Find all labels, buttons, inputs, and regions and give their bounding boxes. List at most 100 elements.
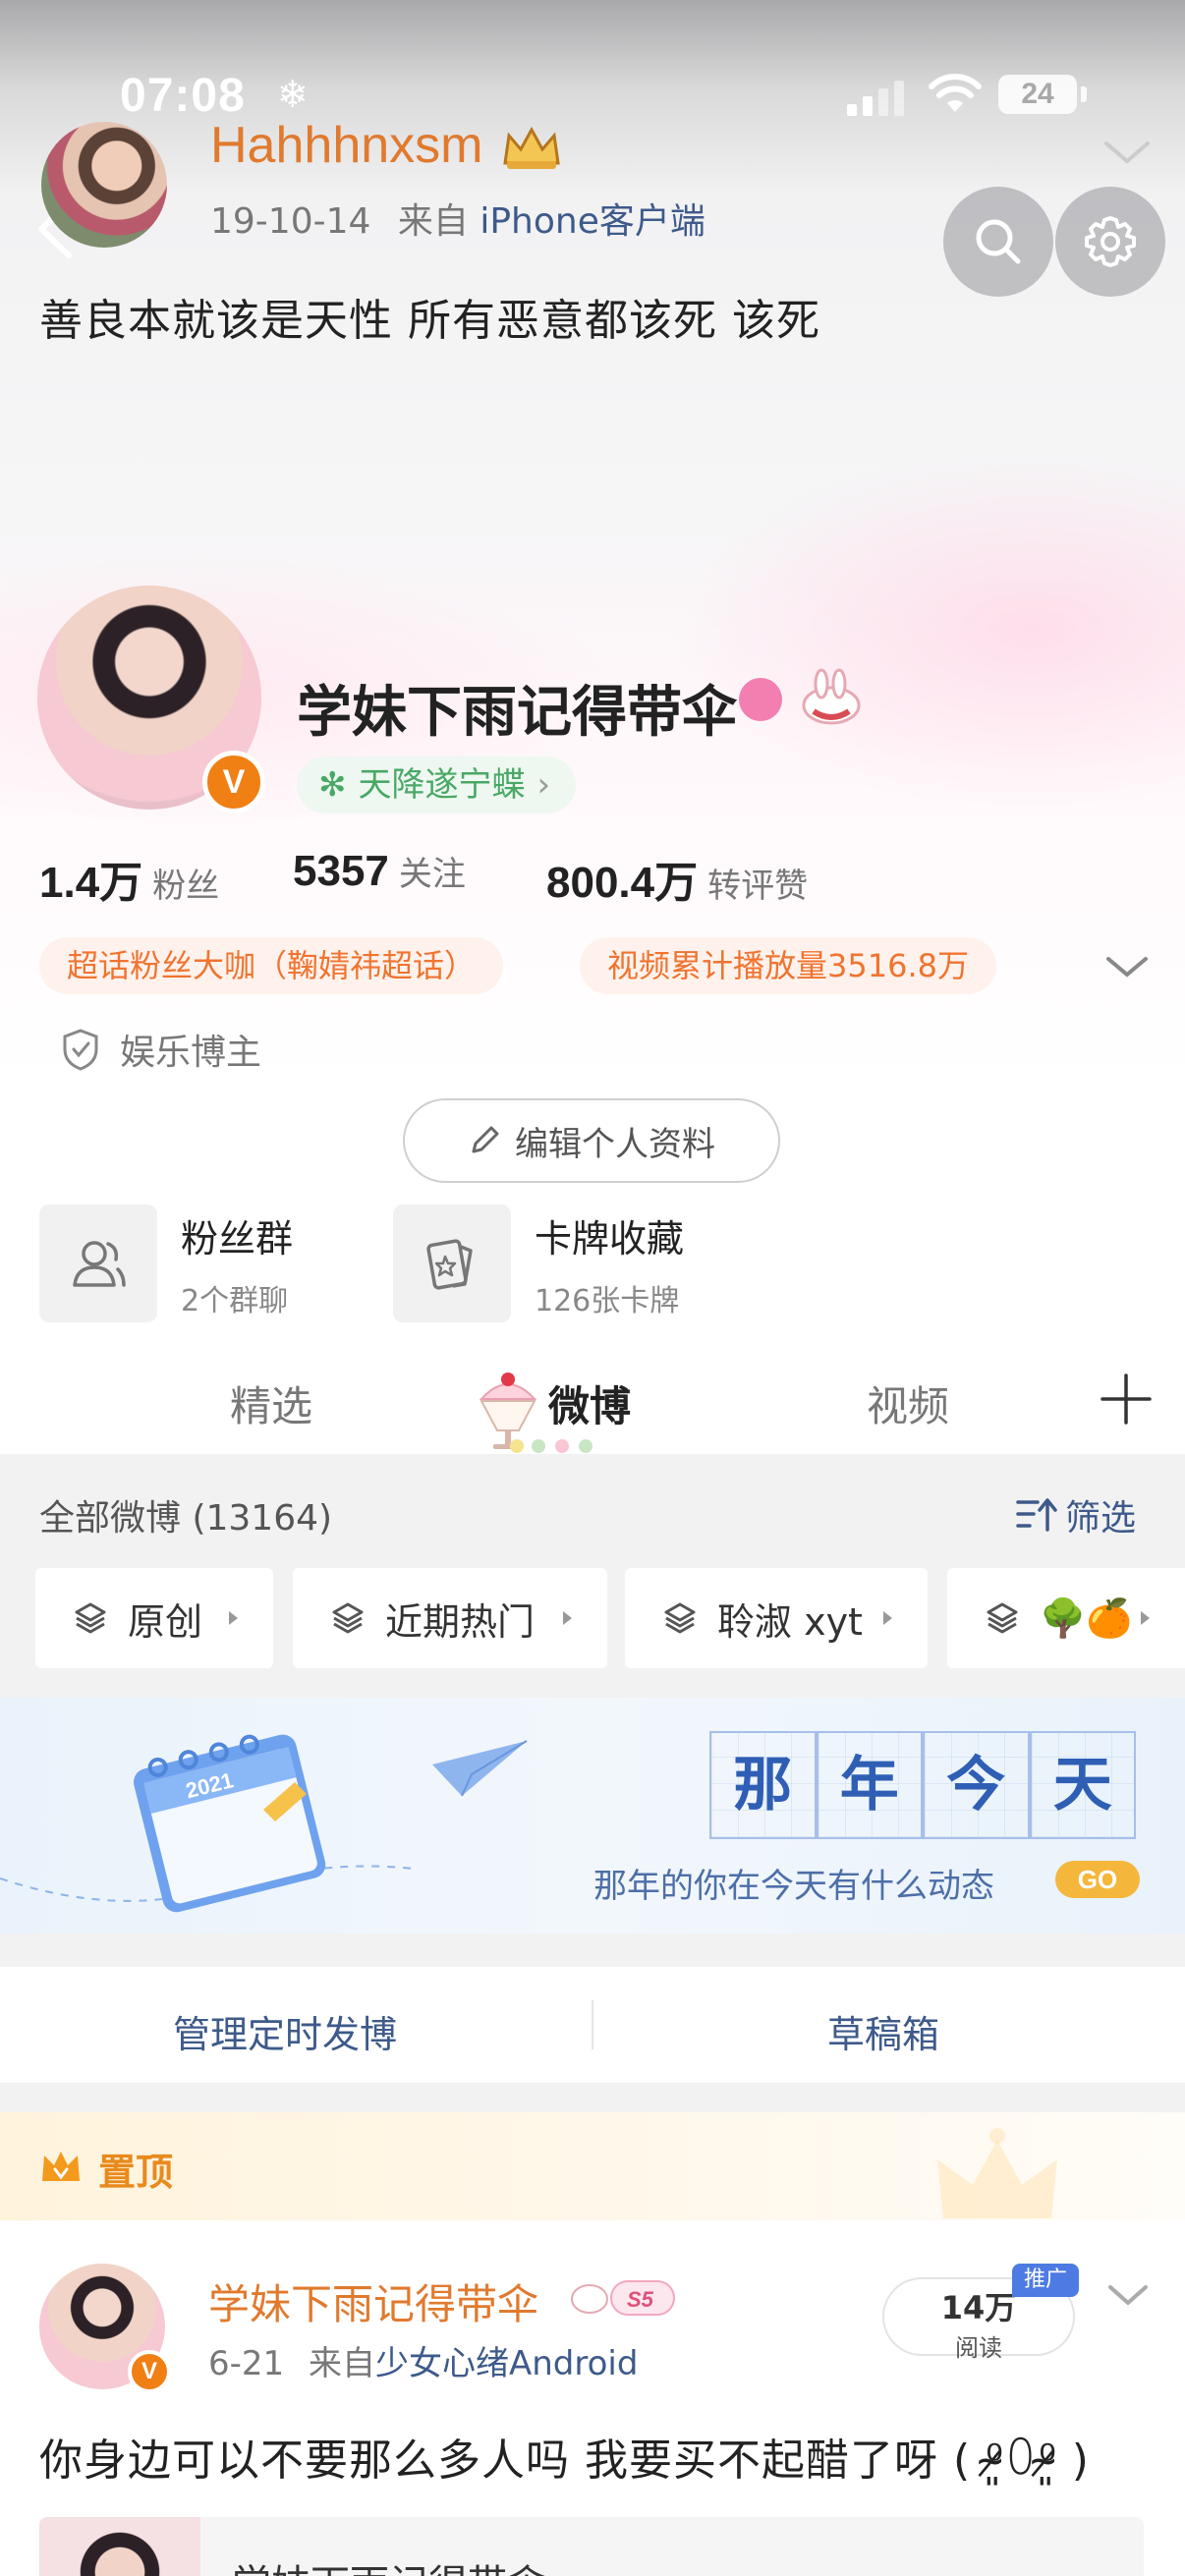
- drafts-button[interactable]: 草稿箱: [827, 2004, 939, 2058]
- battery-indicator: 24: [998, 75, 1077, 114]
- chip-lingshu[interactable]: 聆淑 xyt: [625, 1568, 928, 1668]
- expand-chevron-icon[interactable]: [1104, 953, 1150, 980]
- fan-group-sub: 2个群聊: [181, 1283, 289, 1318]
- quoted-post-card[interactable]: 学妹下雨记得带伞: [39, 2517, 1144, 2576]
- followers-stat[interactable]: 1.4万 粉丝: [39, 847, 219, 910]
- tab-indicator-dots: [510, 1439, 592, 1453]
- filter-label: 筛选: [1065, 1498, 1137, 1539]
- card-collection-icon-box: [393, 1204, 511, 1322]
- crown-badge-icon: [503, 126, 560, 169]
- followers-count: 1.4万: [39, 859, 143, 907]
- fan-group-title: 粉丝群: [181, 1216, 294, 1260]
- battery-tip: [1081, 86, 1087, 102]
- triangle-right-icon: [229, 1611, 238, 1625]
- post-verified-badge: V: [128, 2350, 171, 2393]
- read-label: 阅读: [955, 2334, 1002, 2362]
- all-weibo-count: 全部微博 (13164): [39, 1498, 333, 1539]
- cellular-signal-icon: [847, 81, 904, 116]
- tab-video[interactable]: 视频: [867, 1373, 949, 1433]
- filter-icon: [1016, 1498, 1057, 1532]
- title-char: 年: [816, 1731, 923, 1839]
- fan-group-icon-box: [39, 1204, 157, 1322]
- super-topic-tag-label: 天降遂宁蝶: [358, 765, 526, 805]
- gear-icon: [1085, 216, 1136, 267]
- card-star-icon: [426, 1239, 473, 1290]
- chip-recent-hot[interactable]: 近期热门: [293, 1568, 607, 1668]
- sparkle-icon: ✻: [318, 765, 347, 805]
- engagement-count: 800.4万: [546, 859, 699, 907]
- go-button[interactable]: GO: [1055, 1861, 1140, 1898]
- from-prefix: 来自: [308, 2344, 375, 2383]
- post-date: 6-21: [208, 2344, 285, 2383]
- status-time: 07:08: [120, 70, 246, 122]
- snowflake-icon: ❄: [277, 73, 309, 116]
- category-label[interactable]: 娱乐博主: [61, 1024, 261, 1075]
- chip-emoji[interactable]: 🌳🍊: [947, 1568, 1185, 1668]
- post-text: 你身边可以不要那么多人吗 我要买不起醋了呀 ( ⁰̷̴͈꒨⁰̷̴͈ ): [39, 2436, 1090, 2486]
- original-post-source[interactable]: iPhone客户端: [480, 201, 705, 242]
- female-gender-icon: [739, 678, 782, 721]
- tab-featured[interactable]: 精选: [230, 1373, 312, 1433]
- original-post-date: 19-10-14: [210, 201, 371, 242]
- calendar-illustration: 2021: [0, 1734, 528, 1913]
- status-bar: 07:08 ❄ 24: [0, 69, 1185, 128]
- super-topic-tag[interactable]: ✻ 天降遂宁蝶 ›: [297, 756, 577, 813]
- vip-level-badge: S5: [571, 2280, 675, 2316]
- bunny-badge-icon: [802, 668, 861, 725]
- card-collection-sub: 126张卡牌: [535, 1283, 680, 1318]
- chip-original-label: 原创: [128, 1599, 203, 1644]
- followers-label: 粉丝: [152, 867, 220, 906]
- engagement-stat[interactable]: 800.4万 转评赞: [546, 847, 808, 910]
- original-post-meta: 19-10-14 来自 iPhone客户端: [210, 193, 705, 244]
- chip-lingshu-label: 聆淑 xyt: [717, 1599, 863, 1644]
- tab-weibo[interactable]: 微博: [548, 1373, 631, 1433]
- layers-icon: [987, 1602, 1018, 1634]
- profile-name: 学妹下雨记得带伞: [297, 681, 737, 745]
- vip-level-text: S5: [627, 2287, 654, 2312]
- from-prefix: 来自: [397, 201, 469, 242]
- layers-icon: [664, 1602, 696, 1634]
- title-char: 那: [709, 1731, 817, 1839]
- search-button[interactable]: [943, 187, 1053, 297]
- triangle-right-icon: [883, 1611, 892, 1625]
- chip-original[interactable]: 原创: [35, 1568, 273, 1668]
- edit-profile-label: 编辑个人资料: [515, 1124, 715, 1164]
- shield-icon: [63, 1029, 98, 1071]
- chip-emoji-label: 🌳🍊: [1040, 1596, 1133, 1640]
- original-author-avatar[interactable]: [41, 122, 167, 248]
- post-author-name[interactable]: 学妹下雨记得带伞: [208, 2271, 538, 2331]
- promote-badge[interactable]: 推广: [1012, 2264, 1079, 2297]
- post-source[interactable]: 少女心绪Android: [375, 2344, 638, 2383]
- layers-icon: [332, 1602, 364, 1634]
- chevron-down-icon[interactable]: [1102, 138, 1152, 167]
- add-tab-icon[interactable]: [1099, 1372, 1154, 1427]
- following-count: 5357: [293, 847, 389, 895]
- post-meta: 6-21 来自少女心绪Android: [208, 2336, 638, 2384]
- fan-group-entry[interactable]: 粉丝群 2个群聊: [39, 1204, 293, 1322]
- divider: [592, 2000, 593, 2049]
- pencil-icon: [472, 1126, 499, 1153]
- honor-badge-video-views[interactable]: 视频累计播放量3516.8万: [580, 937, 996, 994]
- quoted-thumbnail: [39, 2517, 200, 2576]
- following-stat[interactable]: 5357 关注: [293, 847, 466, 896]
- scheduled-posts-button[interactable]: 管理定时发博: [173, 2004, 397, 2058]
- honor-badge-super-fan[interactable]: 超话粉丝大咖（鞠婧祎超话）: [39, 937, 504, 994]
- original-author-name[interactable]: Hahhhnxsm: [210, 116, 482, 175]
- filter-button[interactable]: 筛选: [1016, 1489, 1136, 1540]
- title-char: 天: [1029, 1731, 1136, 1839]
- pinned-label: 置顶: [98, 2151, 174, 2194]
- on-this-day-subtitle: 那年的你在今天有什么动态: [593, 1867, 994, 1906]
- quoted-author-name: 学妹下雨记得带伞: [232, 2552, 546, 2576]
- edit-profile-button[interactable]: 编辑个人资料: [403, 1098, 780, 1183]
- triangle-right-icon: [563, 1611, 572, 1625]
- people-icon: [73, 1241, 126, 1287]
- crown-icon: [42, 2152, 80, 2181]
- chevron-right-icon: ›: [536, 765, 551, 805]
- post-actions-bar: 管理定时发博 草稿箱: [0, 1967, 1185, 2083]
- card-collection-entry[interactable]: 卡牌收藏 126张卡牌: [393, 1204, 684, 1322]
- settings-button[interactable]: [1055, 187, 1165, 297]
- post-more-chevron-icon[interactable]: [1106, 2281, 1150, 2309]
- wifi-icon: [929, 74, 982, 112]
- following-label: 关注: [398, 855, 466, 894]
- category-text: 娱乐博主: [120, 1033, 262, 1073]
